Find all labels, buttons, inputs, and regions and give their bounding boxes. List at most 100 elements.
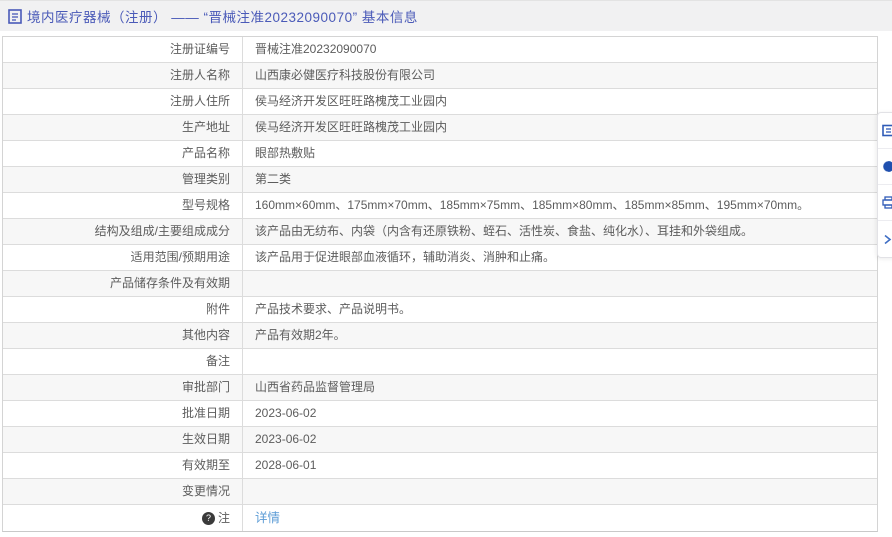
row-value-text: 晋械注准20232090070 bbox=[255, 42, 377, 56]
row-value-text: 侯马经济开发区旺旺路槐茂工业园内 bbox=[255, 120, 448, 134]
row-label: 审批部门 bbox=[3, 375, 243, 400]
row-value-text: 侯马经济开发区旺旺路槐茂工业园内 bbox=[255, 94, 448, 108]
row-label-text: 适用范围/预期用途 bbox=[130, 250, 230, 264]
table-row: 审批部门 山西省药品监督管理局 bbox=[3, 375, 877, 401]
printer-icon bbox=[882, 196, 892, 209]
row-label-text: 有效期至 bbox=[181, 458, 230, 472]
row-value: 2023-06-02 bbox=[243, 401, 877, 426]
row-label: 其他内容 bbox=[3, 323, 243, 348]
row-label-text: 注 bbox=[217, 510, 230, 525]
row-value: 160mm×60mm、175mm×70mm、185mm×75mm、185mm×8… bbox=[243, 193, 877, 218]
row-label-text: 附件 bbox=[205, 302, 230, 316]
table-row: 注册人名称 山西康必健医疗科技股份有限公司 bbox=[3, 63, 877, 89]
row-value-text: 该产品由无纺布、内袋（内含有还原铁粉、蛭石、活性炭、食盐、纯化水）、耳挂和外袋组… bbox=[255, 224, 754, 238]
row-value: 第二类 bbox=[243, 167, 877, 192]
row-label: 变更情况 bbox=[3, 479, 243, 504]
table-row: 型号规格 160mm×60mm、175mm×70mm、185mm×75mm、18… bbox=[3, 193, 877, 219]
row-label-text: 变更情况 bbox=[181, 484, 230, 498]
row-label: 注册人住所 bbox=[3, 89, 243, 114]
row-value bbox=[243, 271, 877, 296]
row-label-text: 产品名称 bbox=[181, 146, 230, 160]
table-row: 结构及组成/主要组成成分 该产品由无纺布、内袋（内含有还原铁粉、蛭石、活性炭、食… bbox=[3, 219, 877, 245]
row-value: 2028-06-01 bbox=[243, 453, 877, 478]
row-value: 产品有效期2年。 bbox=[243, 323, 877, 348]
row-label-text: 其他内容 bbox=[181, 328, 230, 342]
table-row: 附件 产品技术要求、产品说明书。 bbox=[3, 297, 877, 323]
row-value: 产品技术要求、产品说明书。 bbox=[243, 297, 877, 322]
row-label: 注册证编号 bbox=[3, 37, 243, 62]
row-label-text: 结构及组成/主要组成成分 bbox=[94, 224, 230, 238]
row-label-text: 备注 bbox=[205, 354, 230, 368]
table-row: 适用范围/预期用途 该产品用于促进眼部血液循环，辅助消炎、消肿和止痛。 bbox=[3, 245, 877, 271]
row-label-text: 批准日期 bbox=[181, 406, 230, 420]
document-icon bbox=[8, 8, 22, 24]
row-label: 批准日期 bbox=[3, 401, 243, 426]
note-circle-icon: ? bbox=[201, 511, 215, 525]
row-value-text: 第二类 bbox=[255, 172, 292, 186]
table-row: ? 注 详情 bbox=[3, 505, 877, 531]
row-value bbox=[243, 349, 877, 374]
row-value: 该产品由无纺布、内袋（内含有还原铁粉、蛭石、活性炭、食盐、纯化水）、耳挂和外袋组… bbox=[243, 219, 877, 244]
row-label: 适用范围/预期用途 bbox=[3, 245, 243, 270]
table-row: 有效期至 2028-06-01 bbox=[3, 453, 877, 479]
row-label: 产品名称 bbox=[3, 141, 243, 166]
row-value: 2023-06-02 bbox=[243, 427, 877, 452]
table-row: 变更情况 bbox=[3, 479, 877, 505]
page-title: 境内医疗器械（注册） —— “晋械注准20232090070” 基本信息 bbox=[27, 10, 418, 25]
row-value-text: 眼部热敷贴 bbox=[255, 146, 316, 160]
row-label: 结构及组成/主要组成成分 bbox=[3, 219, 243, 244]
row-label-text: 注册证编号 bbox=[169, 42, 230, 56]
row-label-text: 生效日期 bbox=[181, 432, 230, 446]
row-value-text: 山西省药品监督管理局 bbox=[255, 380, 376, 394]
page-header: 境内医疗器械（注册） —— “晋械注准20232090070” 基本信息 bbox=[0, 0, 892, 31]
row-label: 附件 bbox=[3, 297, 243, 322]
row-label: 管理类别 bbox=[3, 167, 243, 192]
row-value-text: 山西康必健医疗科技股份有限公司 bbox=[255, 68, 436, 82]
row-label-text: 注册人住所 bbox=[169, 94, 230, 108]
row-value: 眼部热敷贴 bbox=[243, 141, 877, 166]
print-button[interactable] bbox=[878, 185, 892, 221]
table-row: 生效日期 2023-06-02 bbox=[3, 427, 877, 453]
row-label: 有效期至 bbox=[3, 453, 243, 478]
report-button[interactable] bbox=[878, 113, 892, 149]
chevron-right-icon bbox=[884, 234, 892, 244]
row-value-text: 2028-06-01 bbox=[255, 458, 317, 472]
table-row: 产品储存条件及有效期 bbox=[3, 271, 877, 297]
info-button[interactable] bbox=[878, 149, 892, 185]
globe-icon bbox=[882, 160, 892, 173]
details-link[interactable]: 详情 bbox=[255, 506, 280, 531]
row-value-text: 产品技术要求、产品说明书。 bbox=[255, 302, 412, 316]
table-row: 管理类别 第二类 bbox=[3, 167, 877, 193]
table-row: 备注 bbox=[3, 349, 877, 375]
row-value: 晋械注准20232090070 bbox=[243, 37, 877, 62]
row-label-text: 产品储存条件及有效期 bbox=[109, 276, 230, 290]
row-value: 详情 bbox=[243, 505, 877, 531]
table-row: 注册证编号 晋械注准20232090070 bbox=[3, 37, 877, 63]
collapse-button[interactable] bbox=[878, 221, 892, 257]
row-label: 注册人名称 bbox=[3, 63, 243, 88]
row-label-text: 审批部门 bbox=[181, 380, 230, 394]
row-label-text: 注册人名称 bbox=[169, 68, 230, 82]
row-value-text: 产品有效期2年。 bbox=[255, 328, 346, 342]
table-row: 注册人住所 侯马经济开发区旺旺路槐茂工业园内 bbox=[3, 89, 877, 115]
row-value bbox=[243, 479, 877, 504]
report-icon bbox=[882, 124, 892, 137]
row-label-text: 生产地址 bbox=[181, 120, 230, 134]
row-value-text: 160mm×60mm、175mm×70mm、185mm×75mm、185mm×8… bbox=[255, 198, 810, 212]
table-row: 其他内容 产品有效期2年。 bbox=[3, 323, 877, 349]
side-toolbar bbox=[877, 112, 892, 258]
row-label-text: 管理类别 bbox=[181, 172, 230, 186]
row-value-text: 2023-06-02 bbox=[255, 432, 317, 446]
row-label: 生产地址 bbox=[3, 115, 243, 140]
row-value-text: 2023-06-02 bbox=[255, 406, 317, 420]
table-row: 生产地址 侯马经济开发区旺旺路槐茂工业园内 bbox=[3, 115, 877, 141]
row-label-text: 型号规格 bbox=[181, 198, 230, 212]
row-value-text: 该产品用于促进眼部血液循环，辅助消炎、消肿和止痛。 bbox=[255, 250, 556, 264]
row-label: 产品储存条件及有效期 bbox=[3, 271, 243, 296]
row-label: 生效日期 bbox=[3, 427, 243, 452]
row-label: 型号规格 bbox=[3, 193, 243, 218]
row-value: 该产品用于促进眼部血液循环，辅助消炎、消肿和止痛。 bbox=[243, 245, 877, 270]
row-label: 备注 bbox=[3, 349, 243, 374]
row-value: 山西省药品监督管理局 bbox=[243, 375, 877, 400]
row-value: 侯马经济开发区旺旺路槐茂工业园内 bbox=[243, 89, 877, 114]
